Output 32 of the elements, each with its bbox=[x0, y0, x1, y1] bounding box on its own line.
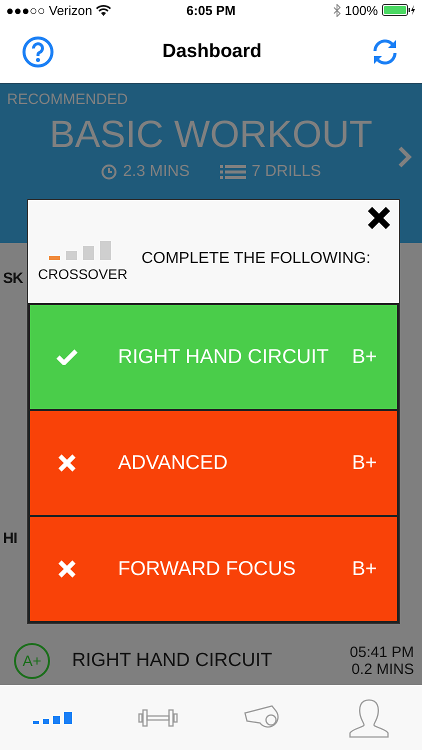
dumbbell-icon bbox=[138, 706, 178, 728]
section-heading: SK bbox=[2, 270, 23, 287]
list-icon bbox=[220, 165, 246, 179]
task-name: RIGHT HAND CIRCUIT bbox=[118, 346, 330, 368]
drill-name[interactable]: RIGHT HAND CIRCUIT bbox=[72, 650, 350, 672]
clock-icon bbox=[100, 164, 117, 180]
chevron-right-icon[interactable] bbox=[398, 146, 412, 168]
task-grade: B+ bbox=[352, 346, 377, 368]
drills-count: 7 DRILLS bbox=[252, 163, 322, 181]
task-grade: B+ bbox=[352, 558, 377, 580]
help-icon[interactable] bbox=[22, 36, 54, 68]
task-grade: B+ bbox=[352, 452, 377, 474]
battery-charging-icon bbox=[382, 4, 416, 16]
carrier-label: ●●●○○ Verizon bbox=[6, 2, 92, 18]
close-button[interactable] bbox=[367, 206, 391, 230]
grade-badge: A+ bbox=[14, 643, 50, 679]
bars-icon bbox=[32, 710, 73, 724]
section-label: RECOMMENDED bbox=[6, 90, 129, 108]
screen-title: Dashboard bbox=[162, 40, 262, 62]
duration-text: 2.3 MINS bbox=[122, 163, 190, 181]
battery-percent: 100% bbox=[344, 2, 378, 18]
clock-time: 6:05 PM bbox=[186, 2, 236, 18]
section-heading: HI bbox=[2, 530, 17, 547]
wifi-icon bbox=[96, 4, 112, 16]
entry-duration: 0.2 MINS bbox=[351, 661, 414, 678]
profile-icon bbox=[349, 698, 390, 738]
entry-time: 05:41 PM bbox=[350, 644, 414, 661]
bluetooth-icon bbox=[332, 4, 341, 16]
task-name: ADVANCED bbox=[118, 452, 229, 474]
skill-label: CROSSOVER bbox=[38, 266, 128, 282]
dialog-title: COMPLETE THE FOLLOWING: bbox=[141, 250, 371, 268]
task-name: FORWARD FOCUS bbox=[118, 558, 297, 580]
